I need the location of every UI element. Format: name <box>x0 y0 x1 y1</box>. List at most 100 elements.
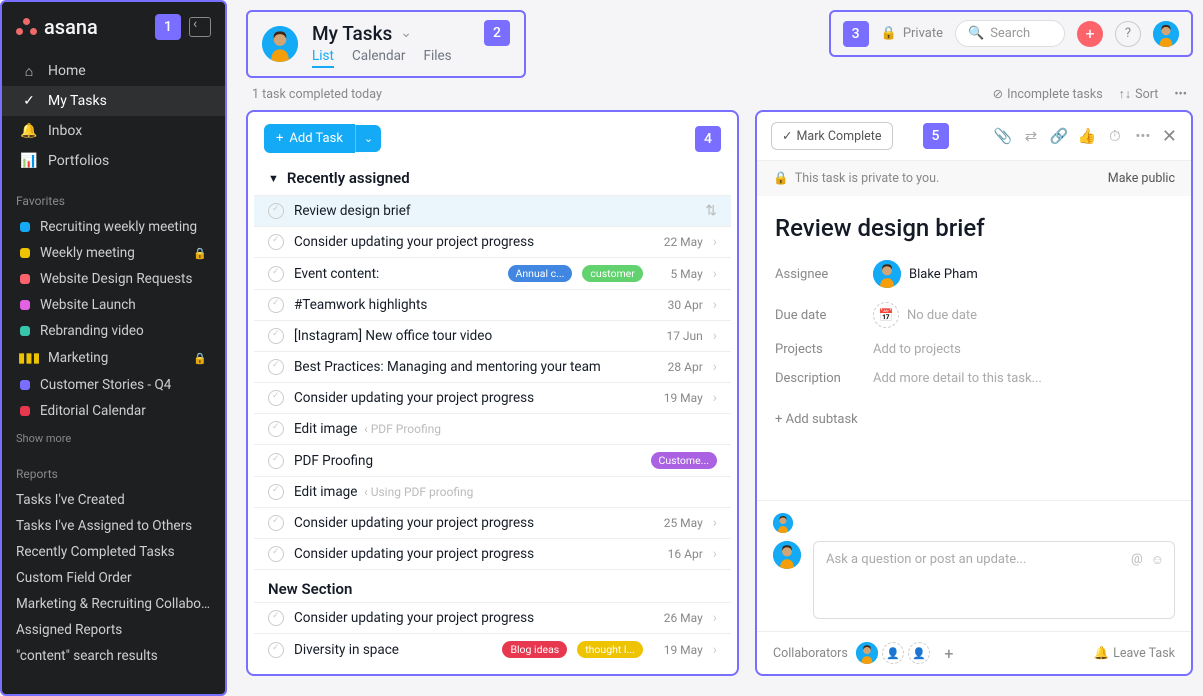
mention-icon[interactable]: @ <box>1131 552 1143 568</box>
task-checkbox[interactable] <box>268 610 284 626</box>
nav-item-inbox[interactable]: 🔔Inbox <box>2 116 225 146</box>
comment-input[interactable]: Ask a question or post an update... @ ☺ <box>813 541 1175 619</box>
new-section-header[interactable]: New Section <box>254 569 731 602</box>
logo[interactable]: asana <box>16 15 98 39</box>
report-item[interactable]: Tasks I've Assigned to Others <box>2 513 225 539</box>
task-checkbox[interactable] <box>268 266 284 282</box>
favorite-item[interactable]: ▮▮▮Marketing🔒 <box>2 344 225 372</box>
task-row[interactable]: Review design brief⇅ <box>254 195 731 226</box>
subtask-icon[interactable]: ⇄ <box>1022 127 1040 145</box>
add-task-dropdown[interactable]: ⌄ <box>355 125 381 152</box>
task-row[interactable]: [Instagram] New office tour video17 Jun› <box>254 320 731 351</box>
task-tag[interactable]: Custome... <box>651 452 717 469</box>
report-item[interactable]: Marketing & Recruiting Collabo... <box>2 591 225 617</box>
nav-item-my-tasks[interactable]: ✓My Tasks <box>2 86 225 116</box>
task-checkbox[interactable] <box>268 297 284 313</box>
collaborator-placeholder[interactable]: 👤 <box>908 642 930 664</box>
favorite-item[interactable]: Weekly meeting🔒 <box>2 240 225 266</box>
emoji-icon[interactable]: ☺ <box>1151 552 1164 568</box>
search-input[interactable]: 🔍 Search <box>955 20 1065 47</box>
show-more-link[interactable]: Show more <box>2 424 225 453</box>
annotation-badge-1: 1 <box>155 14 181 40</box>
task-checkbox[interactable] <box>268 546 284 562</box>
tab-list[interactable]: List <box>312 48 334 68</box>
task-row[interactable]: Consider updating your project progress1… <box>254 382 731 413</box>
task-checkbox[interactable] <box>268 203 284 219</box>
report-item[interactable]: Recently Completed Tasks <box>2 539 225 565</box>
make-public-link[interactable]: Make public <box>1108 171 1175 186</box>
favorite-item[interactable]: Recruiting weekly meeting <box>2 214 225 240</box>
mark-complete-button[interactable]: ✓ Mark Complete <box>771 122 893 150</box>
task-row[interactable]: Event content:Annual c...customer5 May› <box>254 257 731 289</box>
move-icon[interactable]: ⇅ <box>705 203 717 219</box>
task-checkbox[interactable] <box>268 390 284 406</box>
report-item[interactable]: Assigned Reports <box>2 617 225 643</box>
assignee-field[interactable]: Assignee Blake Pham <box>775 260 1173 288</box>
report-item[interactable]: Tasks I've Created <box>2 487 225 513</box>
add-button[interactable]: + <box>1077 21 1103 47</box>
collapse-sidebar-icon[interactable] <box>189 17 211 37</box>
chevron-down-icon[interactable]: ⌄ <box>400 25 412 41</box>
task-row[interactable]: Best Practices: Managing and mentoring y… <box>254 351 731 382</box>
nav-item-portfolios[interactable]: 📊Portfolios <box>2 146 225 176</box>
favorite-item[interactable]: Rebranding video <box>2 318 225 344</box>
like-icon[interactable]: 👍 <box>1078 127 1096 145</box>
task-checkbox[interactable] <box>268 234 284 250</box>
description-field[interactable]: Description Add more detail to this task… <box>775 371 1173 386</box>
projects-field[interactable]: Projects Add to projects <box>775 342 1173 357</box>
add-subtask-button[interactable]: + Add subtask <box>775 412 1173 427</box>
favorite-item[interactable]: Editorial Calendar <box>2 398 225 424</box>
incomplete-tasks-filter[interactable]: ⊘ Incomplete tasks <box>993 86 1103 102</box>
task-row[interactable]: Edit image ‹ Using PDF proofing <box>254 476 731 507</box>
task-checkbox[interactable] <box>268 421 284 437</box>
color-dot <box>20 222 30 232</box>
due-date-field[interactable]: Due date 📅 No due date <box>775 302 1173 328</box>
task-tag[interactable]: customer <box>582 265 642 282</box>
link-icon[interactable]: 🔗 <box>1050 127 1068 145</box>
timer-icon[interactable]: ⏱ <box>1106 127 1124 145</box>
profile-avatar[interactable] <box>1153 21 1179 47</box>
tab-files[interactable]: Files <box>424 48 452 68</box>
collaborator-placeholder[interactable]: 👤 <box>882 642 904 664</box>
attachment-icon[interactable]: 📎 <box>994 127 1012 145</box>
task-checkbox[interactable] <box>268 359 284 375</box>
task-row[interactable]: Edit image ‹ PDF Proofing <box>254 413 731 444</box>
task-row[interactable]: Consider updating your project progress2… <box>254 507 731 538</box>
task-checkbox[interactable] <box>268 453 284 469</box>
task-row[interactable]: Consider updating your project progress1… <box>254 538 731 569</box>
asana-logo-icon <box>16 18 38 36</box>
report-item[interactable]: Custom Field Order <box>2 565 225 591</box>
more-icon[interactable]: ••• <box>1134 127 1152 145</box>
task-tag[interactable]: Blog ideas <box>502 641 567 658</box>
nav-item-home[interactable]: ⌂Home <box>2 56 225 86</box>
task-row[interactable]: Diversity in spaceBlog ideasthought l...… <box>254 633 731 665</box>
leave-task-button[interactable]: 🔔 Leave Task <box>1094 646 1175 661</box>
task-checkbox[interactable] <box>268 328 284 344</box>
task-checkbox[interactable] <box>268 642 284 658</box>
favorite-item[interactable]: Customer Stories - Q4 <box>2 372 225 398</box>
task-checkbox[interactable] <box>268 515 284 531</box>
task-row[interactable]: #Teamwork highlights30 Apr› <box>254 289 731 320</box>
task-checkbox[interactable] <box>268 484 284 500</box>
report-item[interactable]: "content" search results <box>2 643 225 669</box>
favorite-item[interactable]: Website Design Requests <box>2 266 225 292</box>
sort-button[interactable]: ↑↓ Sort <box>1119 87 1159 102</box>
task-row[interactable]: Consider updating your project progress2… <box>254 602 731 633</box>
tab-calendar[interactable]: Calendar <box>352 48 406 68</box>
collaborator-avatar[interactable] <box>856 642 878 664</box>
favorite-item[interactable]: Website Launch <box>2 292 225 318</box>
task-row[interactable]: Consider updating your project progress2… <box>254 226 731 257</box>
chevron-right-icon: › <box>713 642 717 658</box>
task-tag[interactable]: Annual c... <box>508 265 573 282</box>
close-icon[interactable]: ✕ <box>1162 126 1177 147</box>
private-indicator[interactable]: 🔒 Private <box>881 26 943 41</box>
help-button[interactable]: ? <box>1115 21 1141 47</box>
more-menu[interactable]: ••• <box>1174 87 1187 102</box>
add-collaborator-button[interactable]: + <box>938 642 960 664</box>
task-row[interactable]: PDF ProofingCustome... <box>254 444 731 476</box>
user-avatar[interactable] <box>262 26 298 62</box>
detail-title[interactable]: Review design brief <box>775 214 1173 242</box>
add-task-button[interactable]: + Add Task <box>264 124 355 153</box>
section-header[interactable]: ▼ Recently assigned <box>254 161 731 195</box>
task-tag[interactable]: thought l... <box>577 641 643 658</box>
